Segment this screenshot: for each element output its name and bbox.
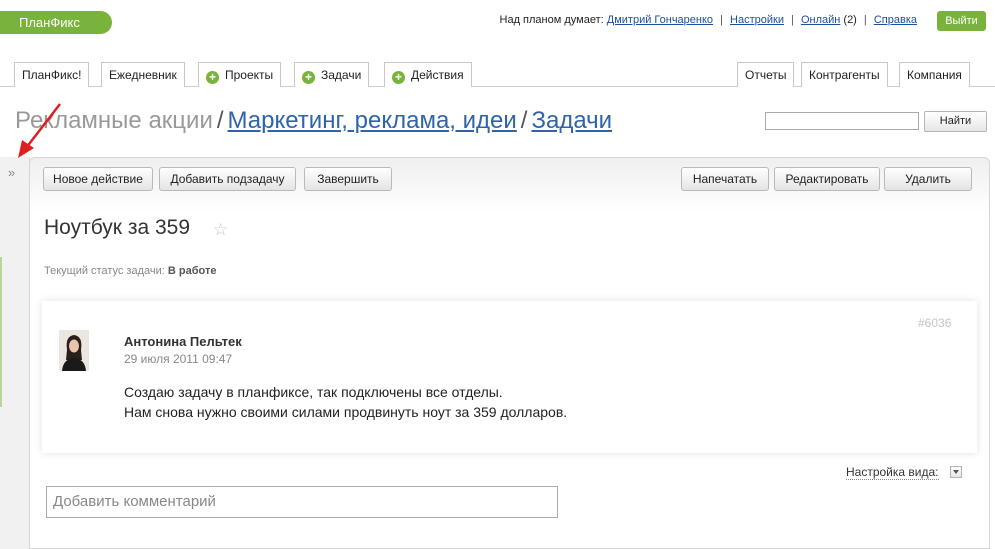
comment-text: Создаю задачу в планфиксе, так подключен… [124,382,567,422]
tab-planfix[interactable]: ПланФикс! [14,62,90,87]
tab-company[interactable]: Компания [899,62,970,87]
tab-label: Отчеты [745,68,787,82]
avatar [59,330,89,371]
status-value: В работе [167,265,217,277]
online-link[interactable]: Онлайн [801,14,840,26]
finish-button[interactable]: Завершить [304,167,392,191]
tab-contractors[interactable]: Контрагенты [801,62,888,87]
breadcrumb-separator: / [216,107,224,134]
online-count: (2) [843,14,857,26]
comment-line: Нам снова нужно своими силами продвинуть… [124,404,568,420]
tab-label: Компания [907,68,962,82]
help-link[interactable]: Справка [874,14,917,26]
expand-sidebar-icon[interactable]: » [8,165,15,180]
separator: | [791,14,794,26]
edit-button[interactable]: Редактировать [774,167,880,191]
tab-label: Ежедневник [109,68,177,82]
search-button[interactable]: Найти [924,111,987,132]
tab-label: Контрагенты [809,68,880,82]
add-comment-field[interactable]: Добавить комментарий [46,486,558,518]
tab-label: Задачи [321,68,362,82]
view-settings-link[interactable]: Настройка вида: [846,465,939,480]
breadcrumb-tasks-link[interactable]: Задачи [531,107,612,134]
comment-id[interactable]: #6036 [918,316,951,330]
print-button[interactable]: Напечатать [681,167,769,191]
breadcrumb-separator: / [520,107,528,134]
comment-line: Создаю задачу в планфиксе, так подключен… [124,384,503,400]
tab-projects[interactable]: + Проекты [198,62,282,87]
search-input[interactable] [765,112,919,130]
thinking-label: Над планом думает: [499,14,604,26]
annotation-arrow-icon [18,103,61,158]
user-bar: Над планом думает: Дмитрий Гончаренко | … [500,14,917,26]
tab-reports[interactable]: Отчеты [737,62,795,87]
tab-tasks[interactable]: + Задачи [294,62,370,87]
favorite-star-icon[interactable]: ☆ [213,220,228,240]
plus-icon[interactable]: + [302,71,315,84]
task-title: Ноутбук за 359 [44,216,190,239]
left-sidebar-collapsed [0,157,30,549]
new-action-button[interactable]: Новое действие [43,167,153,191]
tab-diary[interactable]: Ежедневник [101,62,185,87]
current-user-link[interactable]: Дмитрий Гончаренко [607,14,713,26]
status-label: Текущий статус задачи: [44,265,165,277]
tab-label: Действия [411,68,464,82]
comment-author: Антонина Пельтек [124,334,242,349]
plus-icon[interactable]: + [206,71,219,84]
breadcrumb: Рекламные акции / Маркетинг, реклама, идеи… [15,107,612,135]
dropdown-icon[interactable] [950,466,962,478]
tab-label: Проекты [225,68,274,82]
breadcrumb-project-link[interactable]: Маркетинг, реклама, идеи [228,107,517,134]
tab-label: ПланФикс! [22,68,82,82]
settings-link[interactable]: Настройки [730,14,784,26]
logout-button[interactable]: Выйти [937,11,986,31]
delete-button[interactable]: Удалить [884,167,972,191]
comment-date: 29 июля 2011 09:47 [124,352,233,366]
task-status: Текущий статус задачи: В работе [44,265,216,277]
add-subtask-button[interactable]: Добавить подзадачу [159,167,296,191]
sidebar-accent-line [0,257,2,407]
tab-actions[interactable]: + Действия [384,62,472,87]
separator: | [863,14,867,26]
separator: | [720,14,723,26]
plus-icon[interactable]: + [392,71,405,84]
logo[interactable]: ПланФикс [0,11,112,34]
comment-card [42,301,977,453]
